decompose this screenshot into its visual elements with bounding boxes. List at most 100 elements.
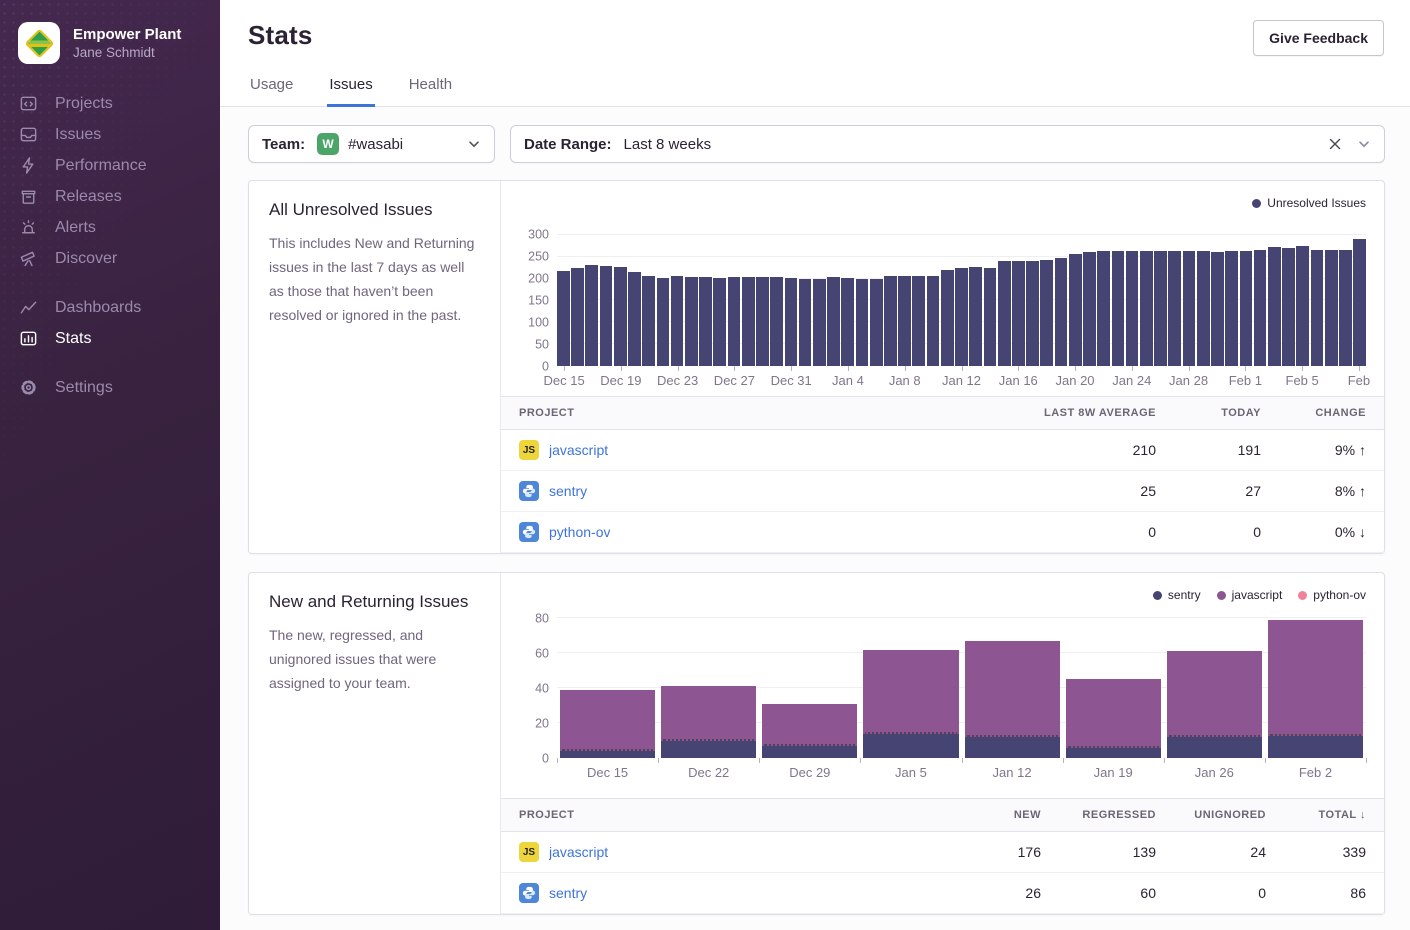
dashboards-icon [19, 298, 38, 317]
column-header-last-8w-average[interactable]: LAST 8W AVERAGE [996, 407, 1156, 419]
bar [1055, 258, 1068, 367]
x-axis-label: Feb 2 [1299, 765, 1332, 780]
sidebar-item-label: Discover [55, 250, 117, 268]
x-axis-label: Dec 15 [587, 765, 628, 780]
team-filter-label: Team: [262, 136, 305, 153]
table-cell: 0 [1156, 524, 1261, 540]
bar-segment-sentry [863, 732, 958, 758]
table-cell: 191 [1156, 442, 1261, 458]
bar [898, 276, 911, 366]
bar [870, 279, 883, 366]
legend-item-javascript[interactable]: javascript [1217, 588, 1283, 602]
tab-usage[interactable]: Usage [248, 76, 295, 107]
give-feedback-button[interactable]: Give Feedback [1253, 20, 1384, 56]
tab-issues[interactable]: Issues [327, 76, 374, 107]
sidebar-item-label: Performance [55, 157, 147, 175]
column-header-regressed[interactable]: REGRESSED [1041, 809, 1156, 821]
org-switcher[interactable]: Empower Plant Jane Schmidt [0, 14, 220, 88]
sidebar-item-releases[interactable]: Releases [0, 181, 220, 212]
bar-segment-javascript [863, 650, 958, 732]
bar-segment-javascript [661, 686, 756, 739]
bar [941, 270, 954, 366]
sidebar-item-performance[interactable]: Performance [0, 150, 220, 181]
column-header-change[interactable]: CHANGE [1261, 407, 1366, 419]
project-link[interactable]: python-ov [549, 524, 610, 540]
panel-summary: All Unresolved Issues This includes New … [249, 181, 501, 553]
discover-icon [19, 249, 38, 268]
table-cell: 0 [1156, 885, 1266, 901]
bar-segment-javascript [965, 641, 1060, 736]
bar [571, 268, 584, 366]
bar [557, 271, 570, 366]
table-cell: 24 [1156, 844, 1266, 860]
column-header-unignored[interactable]: UNIGNORED [1156, 809, 1266, 821]
bar [671, 276, 684, 366]
sidebar-item-stats[interactable]: Stats [0, 323, 220, 354]
stacked-bar [965, 618, 1060, 758]
performance-icon [19, 156, 38, 175]
chart-x-axis: Dec 15Dec 19Dec 23Dec 27Dec 31Jan 4Jan 8… [557, 366, 1366, 392]
column-header-total[interactable]: TOTAL ↓ [1266, 809, 1366, 821]
table-cell: 139 [1041, 844, 1156, 860]
python-platform-icon [519, 481, 539, 501]
x-axis-label: Jan 16 [999, 373, 1038, 388]
column-header-project[interactable]: PROJECT [519, 809, 936, 821]
date-range-filter[interactable]: Date Range: Last 8 weeks [510, 125, 1385, 163]
sidebar-item-projects[interactable]: Projects [0, 88, 220, 119]
bar [1140, 251, 1153, 366]
table-cell: 86 [1266, 885, 1366, 901]
column-header-project[interactable]: PROJECT [519, 407, 996, 419]
sidebar-item-issues[interactable]: Issues [0, 119, 220, 150]
project-link[interactable]: javascript [549, 844, 608, 860]
bar [1311, 250, 1324, 366]
sidebar-item-alerts[interactable]: Alerts [0, 212, 220, 243]
legend-item-unresolved-issues[interactable]: Unresolved Issues [1252, 196, 1366, 210]
chevron-down-icon[interactable] [1357, 137, 1371, 151]
table-body: JSjavascript2101919% ↑sentry25278% ↑pyth… [501, 430, 1384, 553]
x-axis-label: Dec 19 [600, 373, 641, 388]
sidebar-item-settings[interactable]: Settings [0, 372, 220, 403]
column-header-new[interactable]: NEW [936, 809, 1041, 821]
table-row: python-ov000% ↓ [501, 512, 1384, 553]
close-icon[interactable] [1328, 137, 1342, 151]
y-axis-tick: 100 [511, 316, 549, 329]
bar [1126, 251, 1139, 366]
project-link[interactable]: sentry [549, 483, 587, 499]
javascript-platform-icon: JS [519, 440, 539, 460]
x-axis-label: Feb 1 [1229, 373, 1262, 388]
bar [1069, 254, 1082, 366]
table-header: PROJECTNEWREGRESSEDUNIGNOREDTOTAL ↓ [501, 799, 1384, 832]
tab-health[interactable]: Health [407, 76, 454, 107]
panel-body: Unresolved Issues 050100150200250300 Dec… [501, 181, 1384, 553]
team-filter[interactable]: Team: W #wasabi [248, 125, 495, 163]
project-link[interactable]: sentry [549, 885, 587, 901]
table-header: PROJECTLAST 8W AVERAGETODAYCHANGE [501, 397, 1384, 430]
table-cell: 26 [936, 885, 1041, 901]
column-header-today[interactable]: TODAY [1156, 407, 1261, 419]
bar [1183, 251, 1196, 366]
sidebar-item-discover[interactable]: Discover [0, 243, 220, 274]
change-cell: 8% ↑ [1261, 483, 1366, 499]
y-axis-tick: 300 [511, 229, 549, 242]
bar [827, 277, 840, 366]
bar-segment-sentry [762, 744, 857, 758]
legend-item-sentry[interactable]: sentry [1153, 588, 1201, 602]
bar [1083, 252, 1096, 366]
bar [657, 278, 670, 366]
bar [856, 279, 869, 366]
bar [1168, 251, 1181, 366]
bar [984, 268, 997, 366]
new-returning-issues-chart: sentryjavascriptpython-ov 020406080 Dec … [501, 573, 1384, 784]
chevron-down-icon[interactable] [467, 137, 481, 151]
legend-dot-icon [1298, 591, 1307, 600]
bar [1353, 239, 1366, 366]
y-axis-tick: 0 [511, 752, 549, 765]
page-title: Stats [248, 20, 313, 51]
bar [1197, 251, 1210, 366]
bar [628, 272, 641, 366]
table-cell: 27 [1156, 483, 1261, 499]
project-link[interactable]: javascript [549, 442, 608, 458]
legend-item-python-ov[interactable]: python-ov [1298, 588, 1366, 602]
sidebar-item-dashboards[interactable]: Dashboards [0, 292, 220, 323]
stacked-bar [1066, 618, 1161, 758]
